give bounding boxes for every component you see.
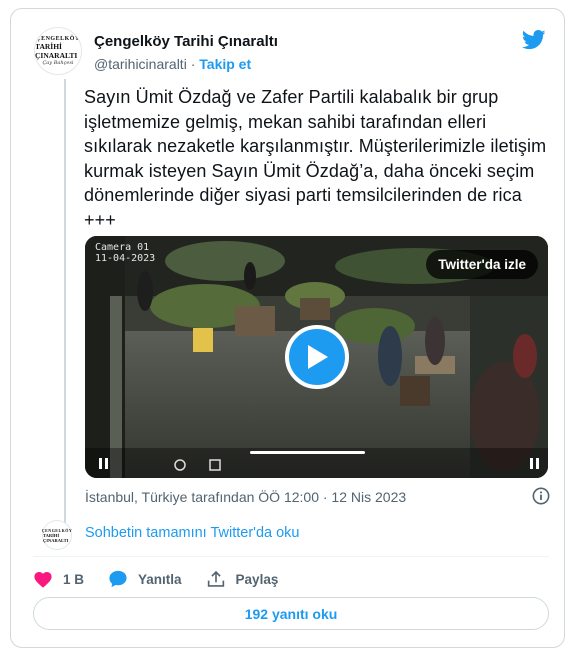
info-icon[interactable] [532,487,550,505]
watch-on-twitter-button[interactable]: Twitter'da izle [426,250,538,279]
follow-button[interactable]: Takip et [199,56,251,72]
grid-icon [209,459,221,471]
reply-button[interactable]: Yanıtla [108,570,182,588]
like-button[interactable]: 1 B [33,570,84,588]
video-controls-bar [99,451,539,471]
tweet-embed-card: ÇENGELKÖY TARİHİ ÇINARALTI Çay Bahçesi Ç… [10,8,565,648]
play-button[interactable] [285,325,349,389]
author-avatar[interactable]: ÇENGELKÖY TARİHİ ÇINARALTI Çay Bahçesi [34,27,82,75]
read-conversation-link[interactable]: Sohbetin tamamını Twitter'da oku [85,525,299,541]
share-button[interactable]: Paylaş [206,570,279,588]
like-count: 1 B [63,571,85,587]
camera-overlay: Camera 01 11-04-2023 [95,242,155,264]
pause-icon [99,458,102,469]
thread-line [64,79,66,534]
heart-icon [34,571,52,588]
camera-date: 11-04-2023 [95,253,156,264]
video-media[interactable]: Camera 01 11-04-2023 Twitter'da izle [85,236,548,478]
play-icon [308,345,328,369]
author-handle-row: @tarihicinaralti · Takip et [94,56,251,72]
avatar-logo-main: TARİHİ ÇINARALTI [35,42,78,60]
divider [33,556,549,557]
convo-avatar-logo-main: TARİHİ ÇINARALTI [43,532,69,543]
read-replies-button[interactable]: 192 yanıtı oku [33,597,549,630]
handle-separator: · [190,56,196,72]
progress-bar [250,451,365,454]
share-label: Paylaş [235,571,279,587]
conversation-avatar: ÇENGELKÖY TARİHİ ÇINARALTI [42,520,72,550]
twitter-bird-icon[interactable] [522,29,546,51]
tweet-actions: 1 B Yanıtla Paylaş [33,567,302,591]
video-controls [85,448,548,478]
author-name[interactable]: Çengelköy Tarihi Çınaraltı [94,33,278,50]
tweet-text: Sayın Ümit Özdağ ve Zafer Partili kalaba… [84,87,547,230]
tweet-metadata[interactable]: İstanbul, Türkiye tarafından ÖÖ 12:00 · … [85,489,406,505]
reply-label: Yanıtla [138,571,182,587]
share-icon [207,570,224,587]
zoom-icon [174,459,186,471]
reply-bubble-icon [109,570,127,588]
camera-label: Camera 01 [95,242,150,253]
author-handle[interactable]: @tarihicinaralti [94,56,187,72]
avatar-logo-script: Çay Bahçesi [42,60,74,66]
